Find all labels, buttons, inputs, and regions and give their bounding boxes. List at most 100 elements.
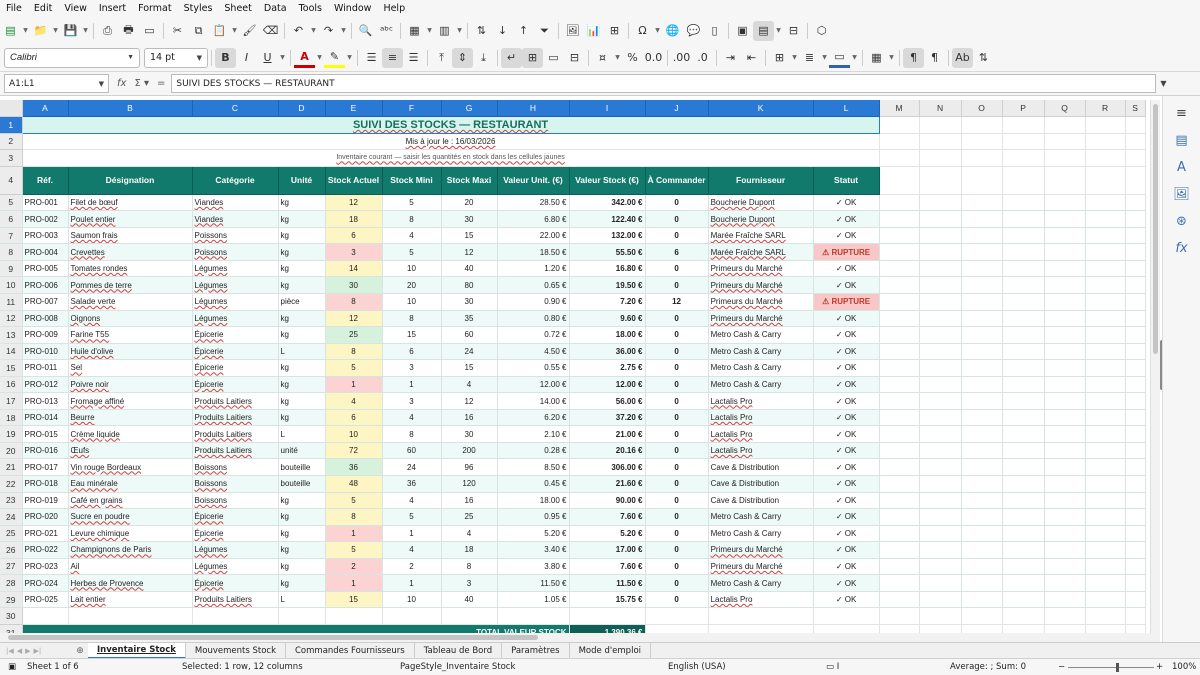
cell[interactable]: 37.20 € — [569, 409, 646, 427]
cell[interactable]: 4 — [382, 492, 442, 510]
borders-dropdown-icon[interactable]: ▼ — [790, 48, 799, 68]
cell[interactable]: Oignons — [68, 310, 193, 328]
cell[interactable]: PRO-008 — [22, 310, 69, 328]
row-dropdown-icon[interactable]: ▼ — [425, 21, 434, 41]
cell[interactable] — [1125, 260, 1146, 278]
cell[interactable]: 25 — [325, 326, 383, 344]
cell[interactable]: ✓ OK — [813, 574, 880, 592]
cell[interactable]: 21.60 € — [569, 475, 646, 493]
cell[interactable]: 5 — [325, 492, 383, 510]
cell[interactable] — [1002, 392, 1045, 410]
pivot-table-icon[interactable]: ⊞ — [604, 21, 625, 41]
cell[interactable] — [1044, 166, 1086, 195]
cell[interactable] — [1002, 326, 1045, 344]
highlight-dropdown-icon[interactable]: ▼ — [345, 48, 354, 68]
table-column-header[interactable]: Statut — [813, 166, 880, 195]
cell[interactable] — [961, 227, 1003, 245]
cell[interactable]: 20 — [382, 276, 442, 294]
cell[interactable]: 7.60 € — [569, 558, 646, 576]
cell[interactable] — [1125, 326, 1146, 344]
cell[interactable] — [1044, 558, 1086, 576]
align-bottom-icon[interactable]: ⤓ — [473, 48, 494, 68]
cell[interactable] — [1085, 359, 1126, 377]
cell[interactable]: 48 — [325, 475, 383, 493]
cell[interactable]: Légumes — [192, 293, 279, 311]
cell[interactable] — [919, 392, 962, 410]
cell[interactable] — [1002, 591, 1045, 609]
cell[interactable]: Filet de bœuf — [68, 194, 193, 212]
cell[interactable]: PRO-024 — [22, 574, 69, 592]
freeze-dropdown-icon[interactable]: ▼ — [774, 21, 783, 41]
cell[interactable] — [879, 194, 920, 212]
cell[interactable]: Metro Cash & Carry — [708, 326, 814, 344]
cell[interactable] — [1044, 227, 1086, 245]
row-header[interactable]: 15 — [0, 359, 23, 377]
cell[interactable] — [1002, 508, 1045, 526]
cell[interactable] — [1085, 458, 1126, 476]
cell[interactable] — [879, 343, 920, 361]
font-name-box[interactable]: Calibri ▼ — [4, 47, 140, 68]
cell[interactable] — [1125, 293, 1146, 311]
cell[interactable] — [879, 276, 920, 294]
cell[interactable]: 0 — [645, 574, 709, 592]
cell[interactable] — [919, 475, 962, 493]
cell[interactable]: kg — [278, 310, 326, 328]
copy-icon[interactable]: ⧉ — [188, 21, 209, 41]
cell[interactable]: 0 — [645, 343, 709, 361]
cell[interactable] — [1085, 425, 1126, 443]
cell[interactable]: kg — [278, 492, 326, 510]
cell[interactable]: Épicerie — [192, 574, 279, 592]
cell[interactable] — [1085, 343, 1126, 361]
cell[interactable] — [1002, 624, 1045, 633]
cell[interactable] — [192, 607, 279, 625]
cell[interactable] — [879, 624, 920, 633]
name-box[interactable]: A1:L1 ▼ — [4, 74, 109, 93]
cell[interactable] — [1085, 276, 1126, 294]
cell[interactable]: PRO-013 — [22, 392, 69, 410]
cell[interactable] — [961, 276, 1003, 294]
cell[interactable]: Légumes — [192, 558, 279, 576]
cell[interactable] — [1125, 492, 1146, 510]
cell[interactable]: 8 — [325, 293, 383, 311]
cell[interactable]: PRO-009 — [22, 326, 69, 344]
cell[interactable]: Épicerie — [192, 326, 279, 344]
cell[interactable] — [1125, 392, 1146, 410]
menu-insert[interactable]: Insert — [93, 3, 132, 14]
column-header[interactable]: C — [192, 100, 279, 118]
column-header[interactable]: H — [497, 100, 570, 118]
cell[interactable] — [879, 260, 920, 278]
cell[interactable]: 0 — [645, 458, 709, 476]
cell[interactable] — [879, 591, 920, 609]
text-direction-ltr-icon[interactable]: ¶ — [903, 47, 924, 68]
cell[interactable] — [1125, 310, 1146, 328]
cell[interactable]: 0.72 € — [497, 326, 570, 344]
cell[interactable]: 7.60 € — [569, 508, 646, 526]
paste-dropdown-icon[interactable]: ▼ — [230, 21, 239, 41]
cell[interactable]: 6 — [325, 409, 383, 427]
tab-tableau-de-bord[interactable]: Tableau de Bord — [415, 642, 503, 659]
cell[interactable]: kg — [278, 376, 326, 394]
cell[interactable]: PRO-018 — [22, 475, 69, 493]
redo-dropdown-icon[interactable]: ▼ — [339, 21, 348, 41]
row-header[interactable]: 8 — [0, 243, 23, 261]
cell[interactable] — [879, 458, 920, 476]
cell[interactable]: PRO-023 — [22, 558, 69, 576]
horizontal-scroll-thumb[interactable] — [8, 635, 538, 640]
menu-edit[interactable]: Edit — [28, 3, 58, 14]
cell[interactable] — [1002, 310, 1045, 328]
cell[interactable] — [961, 475, 1003, 493]
cell[interactable]: ✓ OK — [813, 591, 880, 609]
cell[interactable] — [919, 133, 962, 151]
insert-chart-icon[interactable]: 📊 — [583, 21, 604, 41]
cell[interactable]: ⚠ RUPTURE — [813, 293, 880, 311]
vertical-scroll-thumb[interactable] — [1153, 104, 1158, 354]
cell[interactable] — [1125, 607, 1146, 625]
zoom-slider-knob[interactable] — [1116, 663, 1119, 672]
cell[interactable]: Légumes — [192, 260, 279, 278]
cell[interactable]: ✓ OK — [813, 492, 880, 510]
cell[interactable] — [879, 541, 920, 559]
cell[interactable]: Beurre — [68, 409, 193, 427]
last-sheet-icon[interactable]: ▶| — [34, 647, 42, 655]
cell[interactable] — [1002, 458, 1045, 476]
tab-commandes-fournisseurs[interactable]: Commandes Fournisseurs — [286, 642, 415, 659]
